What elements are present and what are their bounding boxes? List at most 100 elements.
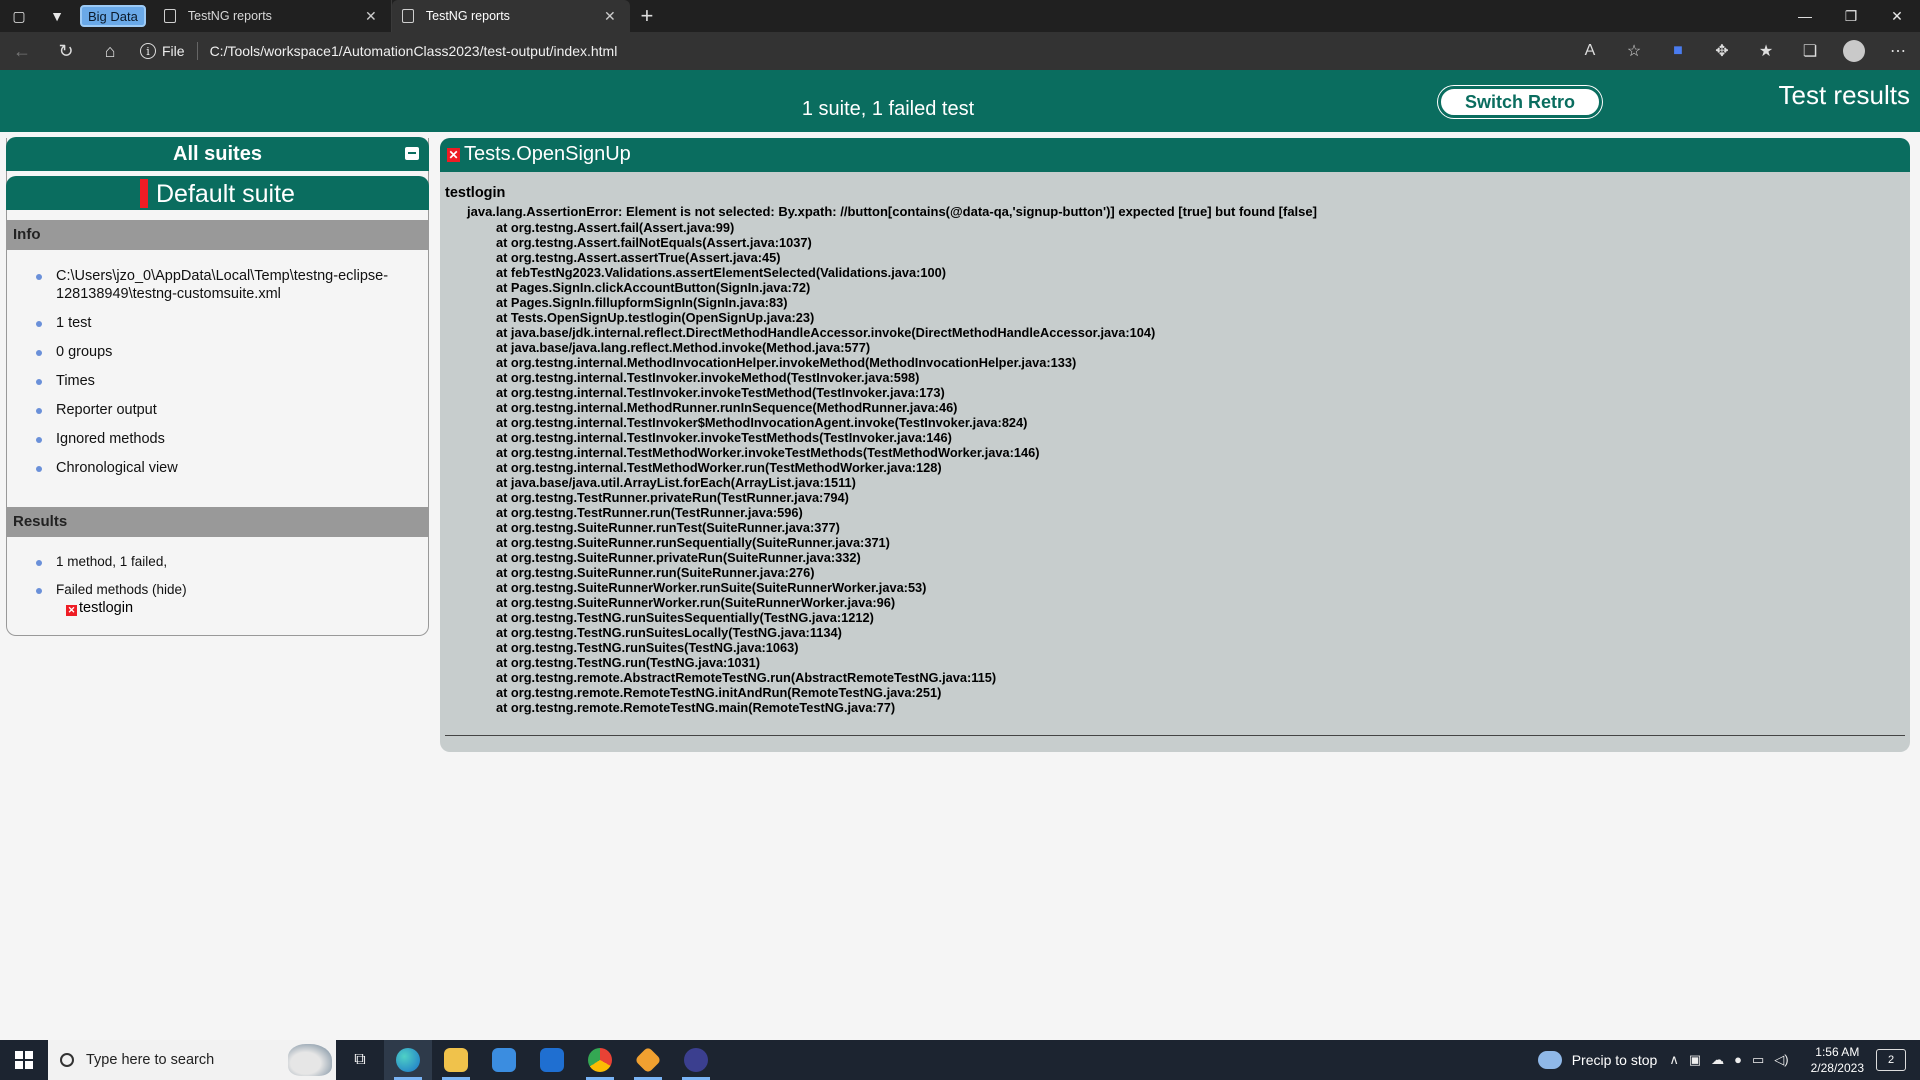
- stack-frame: at org.testng.SuiteRunner.runSequentiall…: [496, 535, 890, 550]
- failed-methods-toggle[interactable]: Failed methods (hide): [28, 581, 418, 599]
- edge-app-icon[interactable]: [384, 1040, 432, 1080]
- stack-frame: at org.testng.internal.TestInvoker.invok…: [496, 370, 920, 385]
- all-suites-header[interactable]: All suites: [6, 137, 429, 171]
- chevron-up-icon[interactable]: ∧: [1669, 1052, 1679, 1068]
- collections-icon[interactable]: ❏: [1788, 32, 1832, 70]
- test-class-title: Tests.OpenSignUp: [464, 143, 631, 165]
- weather-widget[interactable]: Precip to stop: [1537, 1051, 1657, 1069]
- fail-icon: ✕: [66, 605, 77, 616]
- more-menu-icon[interactable]: ⋯: [1876, 32, 1920, 70]
- stack-frame: at org.testng.TestNG.runSuitesSequential…: [496, 610, 874, 625]
- extensions-puzzle-icon[interactable]: ✥: [1700, 32, 1744, 70]
- stack-frame: at org.testng.remote.RemoteTestNG.initAn…: [496, 685, 942, 700]
- close-window-icon[interactable]: ✕: [1874, 0, 1920, 32]
- reporter-output-link[interactable]: Reporter output: [28, 401, 418, 419]
- windows-icon: [15, 1051, 33, 1069]
- ignored-methods-link[interactable]: Ignored methods: [28, 430, 418, 448]
- switch-retro-button[interactable]: Switch Retro: [1438, 86, 1602, 118]
- stack-frame: at org.testng.internal.TestInvoker.invok…: [496, 385, 945, 400]
- eclipse-icon[interactable]: [672, 1040, 720, 1080]
- report-banner: 1 suite, 1 failed test Switch Retro Test…: [0, 70, 1920, 132]
- close-tab-icon[interactable]: ✕: [361, 8, 381, 25]
- store-icon[interactable]: [480, 1040, 528, 1080]
- exception-message: java.lang.AssertionError: Element is not…: [467, 204, 1317, 219]
- stack-frame: at org.testng.TestRunner.privateRun(Test…: [496, 490, 849, 505]
- stack-frame: at org.testng.internal.TestInvoker$Metho…: [496, 415, 1028, 430]
- info-icon[interactable]: i: [140, 43, 156, 59]
- stack-frame: at Tests.OpenSignUp.testlogin(OpenSignUp…: [496, 310, 815, 325]
- collapse-icon[interactable]: [405, 147, 419, 160]
- clock-date: 2/28/2023: [1810, 1061, 1864, 1075]
- onedrive-icon[interactable]: ☁: [1711, 1052, 1724, 1068]
- mail-icon[interactable]: [528, 1040, 576, 1080]
- stack-frame: at java.base/java.lang.reflect.Method.in…: [496, 340, 871, 355]
- stack-frame: at febTestNg2023.Validations.assertEleme…: [496, 265, 946, 280]
- tab-actions-icon[interactable]: ▢: [0, 0, 38, 32]
- failed-method-name[interactable]: testlogin: [79, 600, 133, 616]
- read-aloud-icon[interactable]: A: [1568, 32, 1612, 70]
- notification-count: 2: [1887, 1054, 1895, 1066]
- page-icon: [401, 9, 414, 23]
- notifications-icon[interactable]: 2: [1876, 1049, 1906, 1071]
- file-explorer-icon[interactable]: [432, 1040, 480, 1080]
- method-name: testlogin: [445, 185, 506, 201]
- microphone-icon[interactable]: ●: [1734, 1052, 1742, 1068]
- network-icon[interactable]: ▭: [1752, 1052, 1764, 1068]
- minimize-icon[interactable]: —: [1782, 0, 1828, 32]
- suite-file-link[interactable]: C:\Users\jzo_0\AppData\Local\Temp\testng…: [28, 267, 418, 303]
- fail-marker: [140, 179, 148, 208]
- back-button[interactable]: ←: [0, 32, 44, 70]
- all-suites-label: All suites: [173, 143, 262, 165]
- search-placeholder: Type here to search: [86, 1052, 215, 1068]
- results-summary: 1 method, 1 failed,: [28, 553, 418, 571]
- stack-frame: at org.testng.SuiteRunner.runTest(SuiteR…: [496, 520, 840, 535]
- stack-frame: at org.testng.remote.RemoteTestNG.main(R…: [496, 700, 896, 715]
- default-suite-header[interactable]: Default suite: [6, 176, 429, 210]
- address-bar[interactable]: i File C:/Tools/workspace1/AutomationCla…: [140, 36, 1380, 66]
- failed-method-link[interactable]: ✕ testlogin: [66, 600, 133, 616]
- tab-testng-reports-1[interactable]: TestNG reports ✕: [154, 0, 392, 32]
- chrome-icon[interactable]: [576, 1040, 624, 1080]
- task-view-icon[interactable]: ⧉: [336, 1040, 384, 1080]
- stack-frame: at org.testng.TestNG.runSuitesLocally(Te…: [496, 625, 842, 640]
- start-button[interactable]: [0, 1040, 48, 1080]
- stack-frame: at org.testng.internal.TestMethodWorker.…: [496, 445, 1040, 460]
- profile-avatar[interactable]: [1843, 40, 1865, 62]
- search-highlight-image: [288, 1044, 332, 1076]
- stack-frame: at org.testng.internal.TestInvoker.invok…: [496, 430, 952, 445]
- new-tab-button[interactable]: +: [630, 0, 664, 32]
- clock[interactable]: 1:56 AM 2/28/2023: [1811, 1044, 1864, 1076]
- workspaces-icon[interactable]: ▼: [38, 0, 76, 32]
- tab-group-chip[interactable]: Big Data: [80, 5, 146, 27]
- add-favorite-icon[interactable]: ☆: [1612, 32, 1656, 70]
- times-link[interactable]: Times: [28, 372, 418, 390]
- close-tab-icon[interactable]: ✕: [600, 8, 620, 25]
- stack-frame: at Pages.SignIn.fillupformSignIn(SignIn.…: [496, 295, 788, 310]
- stack-frame: at org.testng.SuiteRunnerWorker.run(Suit…: [496, 595, 896, 610]
- report-title: Test results: [1778, 80, 1911, 110]
- search-icon: [60, 1053, 74, 1067]
- extension-icon[interactable]: ■: [1656, 32, 1700, 70]
- refresh-button[interactable]: ↻: [44, 32, 88, 70]
- home-button[interactable]: ⌂: [88, 32, 132, 70]
- stack-frame: at org.testng.SuiteRunner.privateRun(Sui…: [496, 550, 861, 565]
- results-heading: Results: [7, 507, 428, 537]
- failed-methods-label[interactable]: Failed methods (hide): [56, 582, 187, 597]
- tab-testng-reports-2[interactable]: TestNG reports ✕: [391, 0, 630, 32]
- tests-count-link[interactable]: 1 test: [28, 314, 418, 332]
- git-icon[interactable]: [624, 1040, 672, 1080]
- clock-time: 1:56 AM: [1815, 1045, 1860, 1059]
- groups-link[interactable]: 0 groups: [28, 343, 418, 361]
- tab-title: TestNG reports: [187, 9, 272, 23]
- results-list: 1 method, 1 failed, Failed methods (hide…: [28, 553, 418, 599]
- volume-icon[interactable]: ◁): [1774, 1052, 1788, 1068]
- stack-trace: at org.testng.Assert.fail(Assert.java:99…: [496, 220, 1155, 715]
- favorites-icon[interactable]: ★: [1744, 32, 1788, 70]
- stack-frame: at org.testng.internal.MethodInvocationH…: [496, 355, 1077, 370]
- restore-icon[interactable]: ❐: [1828, 0, 1874, 32]
- chronological-view-link[interactable]: Chronological view: [28, 459, 418, 477]
- meet-icon[interactable]: ▣: [1689, 1052, 1701, 1068]
- taskbar-search[interactable]: Type here to search: [48, 1040, 336, 1080]
- url-text[interactable]: C:/Tools/workspace1/AutomationClass2023/…: [210, 43, 618, 59]
- stack-frame: at org.testng.internal.TestMethodWorker.…: [496, 460, 942, 475]
